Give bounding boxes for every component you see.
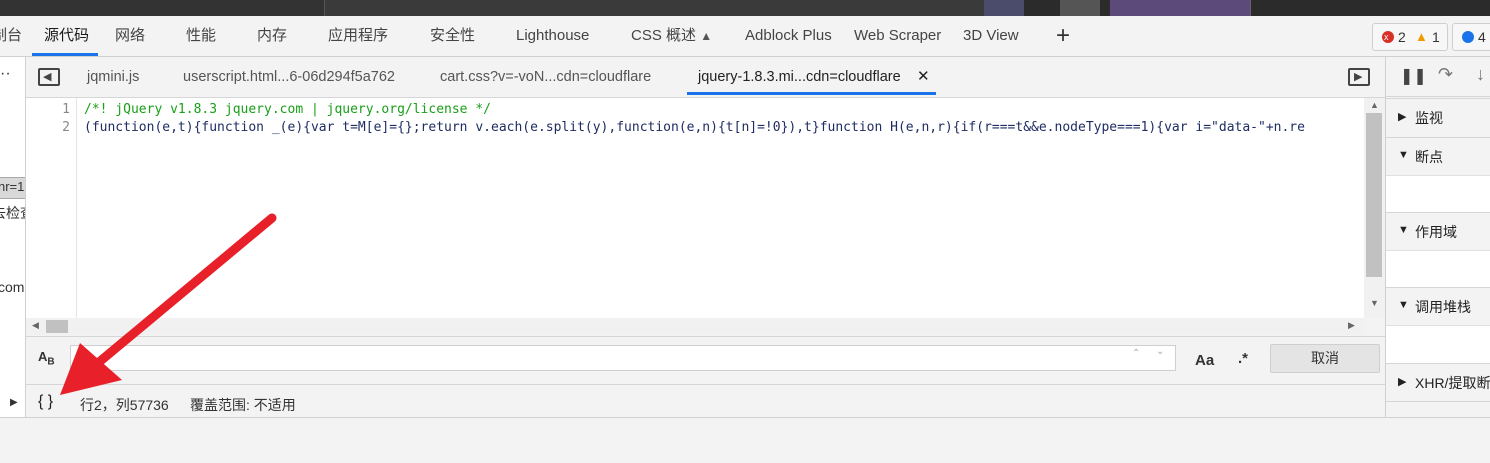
arrow-shaft bbox=[87, 213, 277, 373]
annotation-arrow bbox=[60, 213, 277, 395]
